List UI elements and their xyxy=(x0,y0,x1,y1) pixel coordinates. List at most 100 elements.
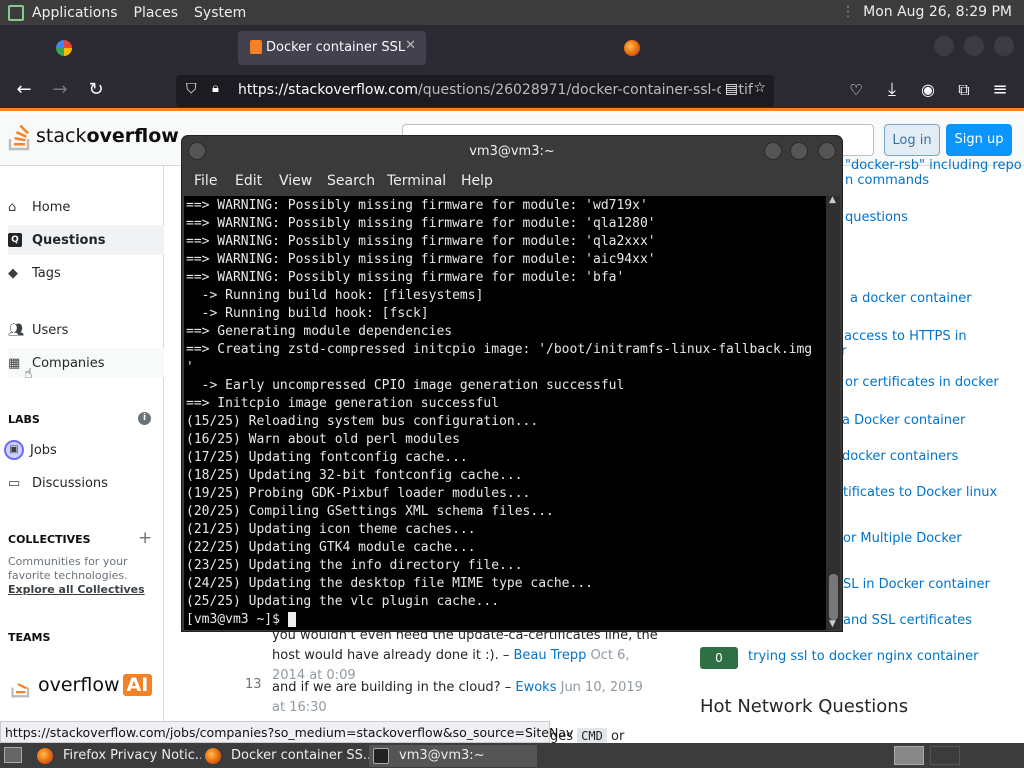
clock[interactable]: Mon Aug 26, 8:29 PM xyxy=(863,4,1012,20)
related-link[interactable]: or Multiple Docker xyxy=(843,531,962,546)
terminal-line: ==> WARNING: Possibly missing firmware f… xyxy=(186,252,656,267)
terminal-line: (17/25) Updating fontconfig cache... xyxy=(186,450,468,465)
related-link[interactable]: docker containers xyxy=(842,449,958,464)
terminal-line: (20/25) Compiling GSettings XML schema f… xyxy=(186,504,554,519)
related-link[interactable]: a Docker container xyxy=(842,413,965,428)
terminal-line: -> Early uncompressed CPIO image generat… xyxy=(186,378,625,393)
downloads-icon[interactable]: ⤓ xyxy=(880,79,904,103)
so-logo[interactable]: stack overflow xyxy=(8,121,179,151)
teams-heading: TEAMS xyxy=(8,631,51,644)
back-icon[interactable]: ← xyxy=(12,79,36,103)
sidebar-item-jobs[interactable]: ▣ Jobs xyxy=(4,435,164,465)
applications-menu[interactable]: Applications xyxy=(28,5,122,21)
show-desktop-icon[interactable] xyxy=(4,747,22,763)
terminal-line: ==> Creating zstd-compressed initcpio im… xyxy=(186,342,813,357)
terminal-titlebar[interactable]: vm3@vm3:~ xyxy=(182,136,842,168)
workspace-switcher[interactable] xyxy=(894,746,924,765)
firefox-icon xyxy=(37,748,53,764)
so-mini-logo-icon xyxy=(11,683,30,698)
bookmark-star-icon[interactable]: ☆ xyxy=(753,80,766,96)
window-minimize-icon[interactable] xyxy=(934,36,954,56)
sidebar-item-tags[interactable]: ◆ Tags xyxy=(8,258,164,288)
reader-view-icon[interactable]: ▤ xyxy=(720,81,738,97)
sidebar-item-users[interactable]: 👥︎ Users xyxy=(8,315,164,345)
related-link[interactable]: access to HTTPS in xyxy=(844,329,967,344)
terminal-line: -> Running build hook: [filesystems] xyxy=(186,288,484,303)
explore-collectives-link[interactable]: Explore all Collectives xyxy=(8,583,145,596)
firefox-icon xyxy=(205,748,221,764)
window-close-icon[interactable] xyxy=(994,36,1014,56)
scroll-down-icon[interactable]: ▼ xyxy=(829,619,836,629)
terminal-line: ==> WARNING: Possibly missing firmware f… xyxy=(186,270,625,285)
terminal-minimize-icon[interactable] xyxy=(764,142,782,160)
terminal-menu-icon[interactable] xyxy=(188,142,206,160)
related-link[interactable]: or certificates in docker xyxy=(845,375,999,390)
system-menu[interactable]: System xyxy=(190,5,250,21)
collectives-heading: COLLECTIVES xyxy=(8,533,91,546)
places-menu[interactable]: Places xyxy=(130,5,183,21)
app-menu-icon[interactable] xyxy=(8,4,24,21)
related-link[interactable]: questions xyxy=(845,210,908,225)
menu-view[interactable]: View xyxy=(279,173,312,189)
sidebar-item-discussions[interactable]: ▭ Discussions xyxy=(8,468,164,498)
link-status-bar: https://stackoverflow.com/jobs/companies… xyxy=(0,721,573,743)
terminal-line: (23/25) Updating the info directory file… xyxy=(186,558,523,573)
reload-icon[interactable]: ↻ xyxy=(84,79,108,103)
shield-icon[interactable]: ⛉ xyxy=(186,81,197,97)
task-firefox-privacy[interactable]: Firefox Privacy Notic... xyxy=(33,745,201,767)
related-link[interactable]: trying ssl to docker nginx container xyxy=(748,649,979,664)
related-link[interactable]: tificates to Docker linux xyxy=(843,485,997,500)
forward-icon[interactable]: → xyxy=(48,79,72,103)
terminal-line: ==> Generating module dependencies xyxy=(186,324,453,339)
sidebar-item-home[interactable]: ⌂ Home xyxy=(8,192,164,222)
terminal-lines: ==> WARNING: Possibly missing firmware f… xyxy=(186,197,826,611)
related-link[interactable]: a docker container xyxy=(850,291,972,306)
users-icon: 👥︎ xyxy=(8,322,25,338)
lock-icon[interactable]: 🔒︎ xyxy=(212,81,219,96)
comment-score: 13 xyxy=(245,677,262,692)
related-link[interactable]: n commands xyxy=(845,173,929,188)
task-docker-ssl[interactable]: Docker container SS... xyxy=(201,745,369,767)
menu-help[interactable]: Help xyxy=(461,173,493,189)
firefox-favicon-icon xyxy=(624,40,640,56)
tab-background-1[interactable] xyxy=(48,31,234,65)
related-link[interactable]: and SSL certificates xyxy=(843,613,972,628)
nav-bar: ← → ↻ ⛉ 🔒︎ https://stackoverflow.com/que… xyxy=(0,70,1024,111)
url-bar[interactable]: ⛉ 🔒︎ https://stackoverflow.com/questions… xyxy=(176,75,774,107)
related-link[interactable]: "docker-rsb" including repo xyxy=(845,158,1022,173)
taskbar: Firefox Privacy Notic... Docker containe… xyxy=(0,743,1024,768)
top-panel: Applications Places System ⋮ Mon Aug 26,… xyxy=(0,0,1024,25)
pocket-icon[interactable]: ♡ xyxy=(844,79,868,103)
comment-user[interactable]: Beau Trepp xyxy=(514,648,587,663)
scroll-thumb[interactable] xyxy=(829,574,838,620)
tab-docker-ssl[interactable]: Docker container SSL ✕ xyxy=(238,31,426,65)
menu-file[interactable]: File xyxy=(194,173,217,189)
extensions-icon[interactable]: ⧉ xyxy=(952,79,976,103)
sidebar-item-questions[interactable]: Q Questions xyxy=(8,225,164,255)
terminal-output[interactable]: ==> WARNING: Possibly missing firmware f… xyxy=(184,196,826,630)
terminal-scrollbar[interactable]: ▲ ▼ xyxy=(826,195,840,630)
menu-search[interactable]: Search xyxy=(327,173,375,189)
add-collective-icon[interactable]: + xyxy=(138,528,152,548)
related-link[interactable]: SL in Docker container xyxy=(843,577,990,592)
window-maximize-icon[interactable] xyxy=(964,36,984,56)
close-tab-icon[interactable]: ✕ xyxy=(405,38,416,53)
task-terminal[interactable]: vm3@vm3:~ xyxy=(369,745,537,767)
menu-icon[interactable]: ≡ xyxy=(988,79,1012,103)
signup-button[interactable]: Sign up xyxy=(946,124,1012,156)
menu-terminal[interactable]: Terminal xyxy=(387,173,446,189)
workspace-switcher-2[interactable] xyxy=(930,746,960,765)
terminal-maximize-icon[interactable] xyxy=(790,142,808,160)
menu-edit[interactable]: Edit xyxy=(235,173,262,189)
scroll-up-icon[interactable]: ▲ xyxy=(829,195,836,205)
left-sidebar: ⌂ Home Q Questions ◆ Tags 👥︎ Users ▦ Companie… xyxy=(0,166,164,726)
account-icon[interactable]: ◉ xyxy=(916,79,940,103)
info-icon[interactable]: i xyxy=(138,412,151,425)
terminal-line: (19/25) Probing GDK-Pixbuf loader module… xyxy=(186,486,531,501)
terminal-window[interactable]: vm3@vm3:~ File Edit View Search Terminal… xyxy=(182,136,842,631)
login-button[interactable]: Log in xyxy=(884,124,940,156)
overflow-ai-logo[interactable]: overflow AI xyxy=(10,672,153,698)
tab-background-2[interactable] xyxy=(616,31,802,65)
comment-user[interactable]: Ewoks xyxy=(515,680,556,695)
terminal-close-icon[interactable] xyxy=(818,142,836,160)
